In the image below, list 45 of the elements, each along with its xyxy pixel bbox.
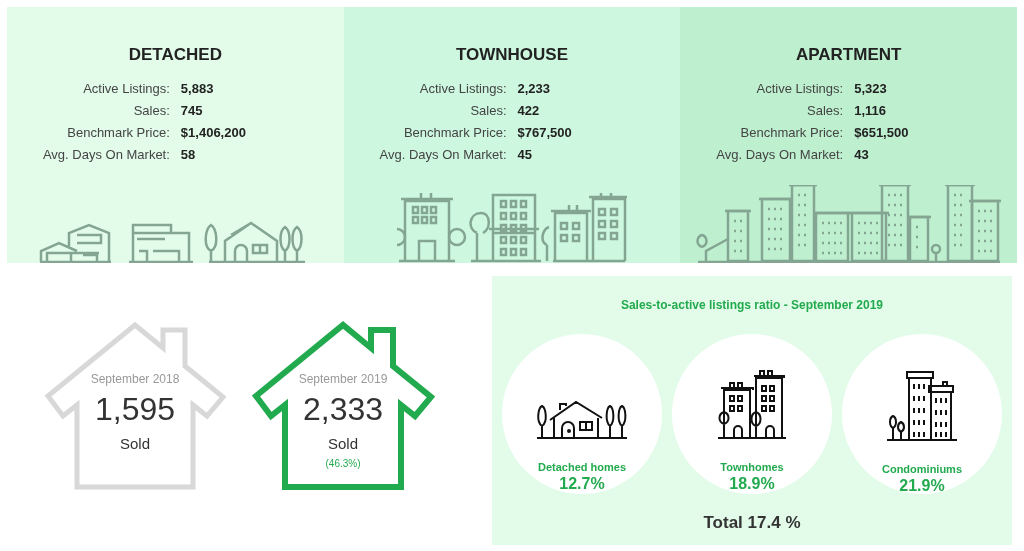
- stat-label: Active Listings:: [755, 79, 844, 97]
- ratio-label: Townhomes: [720, 460, 784, 474]
- ratio-label: Detached homes: [538, 460, 626, 474]
- period-label: September 2018: [90, 371, 180, 387]
- total-ratio: Total 17.4 %: [703, 512, 801, 534]
- ratio-title: Sales-to-active listings ratio - September 2019: [620, 297, 884, 314]
- panel-title: DETACHED: [128, 44, 222, 66]
- sold-count: 2,333: [302, 390, 384, 429]
- ratio-value: 21.9%: [899, 476, 945, 496]
- stat-value: 5,883: [180, 79, 215, 97]
- ratio-label: Condominiums: [881, 462, 963, 476]
- stat-label: Benchmark Price:: [66, 123, 170, 141]
- stat-value: $767,500: [517, 123, 573, 141]
- stat-value: 43: [854, 145, 870, 163]
- stat-label: Active Listings:: [418, 79, 507, 97]
- stat-value: 1,116: [854, 101, 887, 119]
- stat-label: Benchmark Price:: [402, 123, 507, 141]
- panel-title: TOWNHOUSE: [455, 44, 569, 66]
- stat-value: $1,406,200: [180, 123, 247, 141]
- sold-count: 1,595: [94, 390, 176, 429]
- sold-label: Sold: [120, 434, 150, 454]
- stat-value: $651,500: [854, 123, 910, 141]
- stat-value: 5,323: [854, 79, 888, 97]
- stat-label: Sales:: [469, 101, 507, 119]
- stat-value: 745: [180, 101, 204, 119]
- stat-label: Benchmark Price:: [739, 123, 844, 141]
- house-icon: [536, 398, 628, 440]
- stat-label: Sales:: [806, 101, 844, 119]
- towers-icon: [887, 370, 957, 442]
- buildings-icon: [718, 370, 786, 440]
- stat-label: Avg. Days On Market:: [378, 145, 507, 163]
- period-label: September 2019: [298, 371, 388, 387]
- stat-value: 58: [180, 145, 197, 163]
- ratio-value: 18.9%: [729, 474, 775, 494]
- panel-title: APARTMENT: [795, 44, 902, 66]
- ratio-value: 12.7%: [559, 474, 605, 494]
- sold-label: Sold: [328, 434, 358, 454]
- stat-value: 2,233: [517, 79, 552, 97]
- stat-value: 422: [517, 101, 541, 119]
- stat-label: Avg. Days On Market:: [41, 145, 170, 163]
- change-percent: (46.3%): [325, 457, 361, 471]
- stat-value: 45: [517, 145, 533, 163]
- stat-label: Avg. Days On Market:: [715, 145, 844, 163]
- stat-label: Sales:: [132, 101, 170, 119]
- stat-label: Active Listings:: [82, 79, 170, 97]
